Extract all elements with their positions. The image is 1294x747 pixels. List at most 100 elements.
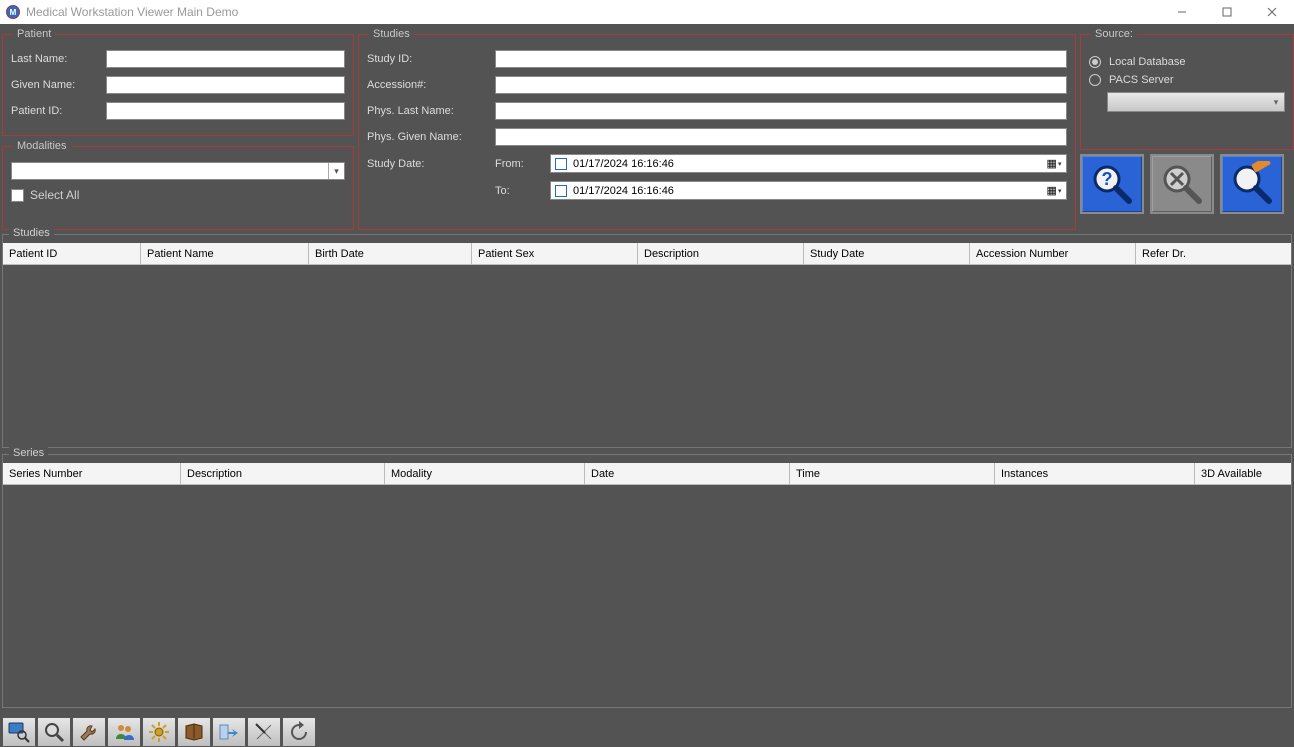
wrench-icon [78,721,100,743]
date-from-value: 01/17/2024 16:16:46 [573,158,674,170]
export-arrow-icon [218,721,240,743]
cancel-search-button[interactable] [1150,154,1214,214]
given-name-label: Given Name: [11,79,106,91]
study-id-label: Study ID: [367,53,495,65]
source-pacs-radio[interactable]: PACS Server [1089,74,1285,86]
studies-results-group: Studies Patient ID Patient Name Birth Da… [2,234,1292,448]
to-label: To: [495,185,550,197]
series-results-group: Series Series Number Description Modalit… [2,454,1292,708]
last-name-label: Last Name: [11,53,106,65]
series-table-header: Series Number Description Modality Date … [3,463,1291,485]
phys-given-input[interactable] [495,128,1067,146]
pacs-server-combo[interactable]: ▾ [1107,92,1285,112]
col-time[interactable]: Time [790,463,995,485]
col-patient-name[interactable]: Patient Name [141,243,309,265]
toolbar-tool-button[interactable] [72,717,106,747]
series-table-body[interactable] [3,485,1291,691]
gear-icon [148,721,170,743]
col-description[interactable]: Description [638,243,804,265]
toolbar-export-button[interactable] [212,717,246,747]
study-date-label: Study Date: [367,158,495,170]
toolbar-book-button[interactable] [177,717,211,747]
toolbar-settings-button[interactable] [142,717,176,747]
chevron-down-icon: ▾ [1268,93,1284,111]
clear-search-button[interactable] [1220,154,1284,214]
col-study-date[interactable]: Study Date [804,243,970,265]
col-accession-number[interactable]: Accession Number [970,243,1136,265]
col-birth-date[interactable]: Birth Date [309,243,472,265]
studies-table-header: Patient ID Patient Name Birth Date Patie… [3,243,1291,265]
calendar-icon: ▦▾ [1042,157,1066,170]
date-to-checkbox[interactable] [555,185,567,197]
col-date[interactable]: Date [585,463,790,485]
search-question-icon: ? [1089,161,1135,207]
studies-table-body[interactable] [3,265,1291,425]
toolbar-search-button[interactable] [37,717,71,747]
studies-filter-legend: Studies [369,28,414,40]
maximize-button[interactable] [1204,0,1249,24]
calendar-icon: ▦▾ [1042,184,1066,197]
radio-icon [1089,74,1101,86]
source-local-label: Local Database [1109,56,1185,68]
search-cancel-icon [1159,161,1205,207]
phys-last-input[interactable] [495,102,1067,120]
modalities-group: Modalities ▾ Select All [2,140,354,230]
accession-label: Accession#: [367,79,495,91]
studies-results-legend: Studies [9,227,54,239]
phys-given-label: Phys. Given Name: [367,131,495,143]
series-results-legend: Series [9,447,48,459]
study-id-input[interactable] [495,50,1067,68]
toolbar-query-button[interactable] [2,717,36,747]
search-button[interactable]: ? [1080,154,1144,214]
users-icon [113,721,135,743]
patient-legend: Patient [13,28,55,40]
modalities-legend: Modalities [13,140,71,152]
app-icon: M [6,5,20,19]
select-all-label: Select All [30,188,79,202]
window-title: Medical Workstation Viewer Main Demo [26,5,238,19]
col-series-description[interactable]: Description [181,463,385,485]
close-button[interactable] [1249,0,1294,24]
patient-id-label: Patient ID: [11,105,106,117]
col-refer-dr[interactable]: Refer Dr. [1136,243,1291,265]
col-modality[interactable]: Modality [385,463,585,485]
studies-filter-group: Studies Study ID: Accession#: Phys. Last… [358,28,1076,230]
col-3d-available[interactable]: 3D Available [1195,463,1291,485]
toolbar-refresh-button[interactable] [282,717,316,747]
refresh-icon [288,721,310,743]
patient-id-input[interactable] [106,102,345,120]
from-label: From: [495,158,550,170]
bottom-toolbar [0,715,1294,747]
toolbar-rotate-button[interactable] [247,717,281,747]
minimize-button[interactable] [1159,0,1204,24]
radio-icon [1089,56,1101,68]
col-series-number[interactable]: Series Number [3,463,181,485]
given-name-input[interactable] [106,76,345,94]
date-to-picker[interactable]: 01/17/2024 16:16:46 ▦▾ [550,181,1067,200]
date-to-value: 01/17/2024 16:16:46 [573,185,674,197]
last-name-input[interactable] [106,50,345,68]
source-local-radio[interactable]: Local Database [1089,56,1285,68]
svg-text:?: ? [1102,169,1113,189]
patient-group: Patient Last Name: Given Name: Patient I… [2,28,354,136]
toolbar-users-button[interactable] [107,717,141,747]
search-icon [43,721,65,743]
phys-last-label: Phys. Last Name: [367,105,495,117]
book-icon [183,721,205,743]
source-legend: Source: [1091,28,1137,40]
source-group: Source: Local Database PACS Server ▾ [1080,28,1294,150]
date-from-picker[interactable]: 01/17/2024 16:16:46 ▦▾ [550,154,1067,173]
monitor-search-icon [8,721,30,743]
modalities-combo[interactable]: ▾ [11,162,345,180]
col-patient-id[interactable]: Patient ID [3,243,141,265]
select-all-checkbox[interactable] [11,189,24,202]
accession-input[interactable] [495,76,1067,94]
date-from-checkbox[interactable] [555,158,567,170]
search-eraser-icon [1229,161,1275,207]
titlebar: M Medical Workstation Viewer Main Demo [0,0,1294,24]
col-patient-sex[interactable]: Patient Sex [472,243,638,265]
col-instances[interactable]: Instances [995,463,1195,485]
rotate-icon [253,721,275,743]
source-pacs-label: PACS Server [1109,74,1174,86]
chevron-down-icon: ▾ [328,163,344,179]
